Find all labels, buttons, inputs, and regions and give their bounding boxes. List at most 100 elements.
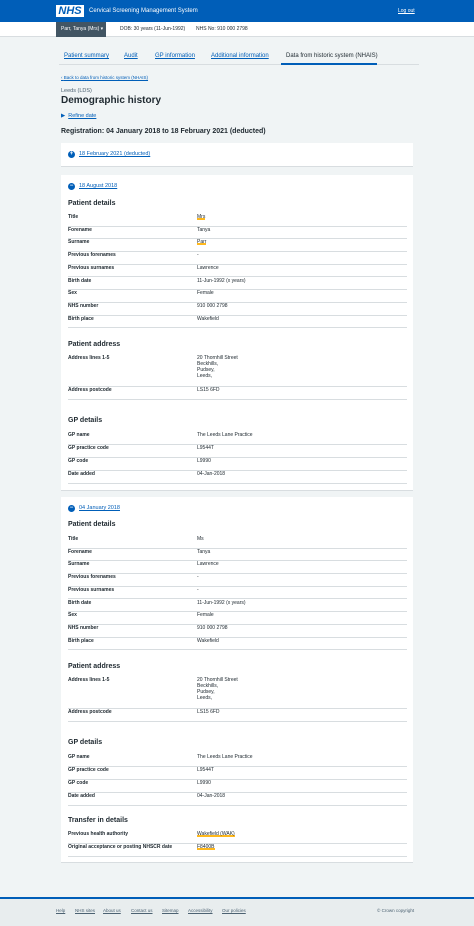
row-key: Original acceptance or posting NHSCR dat… [68,844,173,850]
summary-row: Previous surnames - [68,587,407,600]
row-value: 20 Thornhill Street Beckhills, Pudsey, L… [197,355,238,379]
summary-row: NHS number 910 000 2798 [68,625,407,638]
summary-row: Previous surnames Lawrence [68,265,407,278]
tab-patient-summary[interactable]: Patient summary [64,52,109,60]
footer-link-about-us[interactable]: About us [103,908,121,914]
row-key: GP code [68,458,89,464]
footer-link-nhs-sites[interactable]: NHS sites [75,908,95,914]
patient-name: Parr, Tanya (Mrs) [61,26,100,32]
row-key: Date added [68,471,95,477]
row-key: GP name [68,754,90,760]
summary-row: GP practice code L9544T [68,445,407,458]
footer-link-help[interactable]: Help [56,908,65,914]
refine-date-label: Refine date [68,113,97,119]
back-link[interactable]: ‹ Back to data from historic system (NHA… [61,75,148,81]
triangle-right-icon: ▶ [61,113,66,119]
row-key: Address postcode [68,709,112,715]
nhs-logo[interactable]: NHS [56,5,84,17]
plus-icon: + [68,151,75,158]
summary-row: Original acceptance or posting NHSCR dat… [68,844,407,857]
row-key: GP name [68,432,90,438]
row-key: Address postcode [68,387,112,393]
row-key: NHS number [68,624,99,631]
row-key: Birth place [68,315,94,322]
summary-row: Address postcode LS15 6FD [68,709,407,722]
row-value: Tanya [197,548,211,555]
summary-row: GP code L9990 [68,458,407,471]
summary-row: Forename Tanya [68,549,407,562]
patient-details-heading: Patient details [68,521,116,528]
registration-heading: Registration: 04 January 2018 to 18 Febr… [61,128,266,135]
summary-row: Title Mrs [68,214,407,227]
row-value: Wakefield [197,315,219,322]
summary-row: GP name The Leeds Lane Practice [68,754,407,767]
row-value: 910 000 2798 [197,302,228,309]
refine-date-toggle[interactable]: ▶ Refine date [61,113,96,120]
row-value: 04-Jan-2018 [197,471,226,477]
row-value: 20 Thornhill Street Beckhills, Pudsey, L… [197,677,238,701]
footer-link-sitemap[interactable]: Sitemap [162,908,179,914]
summary-row: GP practice code L9544T [68,767,407,780]
row-key: GP practice code [68,767,109,773]
back-link-label: Back to data from historic system (NHAIS… [63,75,149,80]
patient-nhs-number: NHS No: 910 000 2798 [196,26,248,32]
summary-row: Birth date 11-Jun-1992 (x years) [68,600,407,613]
summary-row: GP name The Leeds Lane Practice [68,432,407,445]
logout-link[interactable]: Log out [398,7,415,15]
row-key: Birth date [68,277,92,284]
collapse-toggle-2[interactable]: −04 January 2018 [68,505,120,512]
minus-icon: − [68,183,75,190]
row-value: - [197,586,199,593]
copyright: © Crown copyright [377,908,415,913]
row-key: Address lines 1-5 [68,677,110,683]
row-value: Lawrence [197,561,219,568]
patient-address-heading: Patient address [68,663,121,670]
row-value: L9544T [197,445,214,451]
row-key: GP code [68,780,89,786]
footer-link-accessibility[interactable]: Accessibility [188,908,213,914]
patient-name-menu[interactable]: Parr, Tanya (Mrs) ▾ [56,22,106,37]
summary-row: Date added 04-Jan-2018 [68,471,407,484]
row-key: Previous surnames [68,586,115,593]
summary-row: Previous forenames - [68,252,407,265]
gp-details-heading: GP details [68,417,103,424]
summary-row: Address lines 1-5 20 Thornhill Street Bec… [68,677,407,709]
footer-link-contact-us[interactable]: Contact us [131,908,153,914]
summary-row: Sex Female [68,290,407,303]
row-key: Address lines 1-5 [68,355,110,361]
row-key: Title [68,536,79,542]
expand-toggle-label: 18 February 2021 (deducted) [79,151,151,157]
row-value: 11-Jun-1992 (x years) [197,599,246,606]
row-key: Date added [68,793,95,799]
collapse-toggle-1[interactable]: −18 August 2018 [68,183,117,190]
summary-row: Birth date 11-Jun-1992 (x years) [68,278,407,291]
row-key: Surname [68,239,90,246]
chevron-down-icon: ▾ [99,26,104,32]
summary-row: Surname Lawrence [68,561,407,575]
row-value: L9990 [197,458,211,464]
row-value: Wakefield [197,637,219,644]
row-key: Previous surnames [68,264,115,271]
row-key: Previous health authority [68,831,129,837]
summary-row: Birth place Wakefield [68,638,407,651]
row-key: Birth date [68,599,92,606]
minus-icon: − [68,505,75,512]
tab-audit[interactable]: Audit [124,52,138,60]
expand-toggle[interactable]: +18 February 2021 (deducted) [68,151,150,158]
row-value: - [197,574,199,581]
row-value: Lawrence [197,264,219,271]
summary-row: Sex Female [68,612,407,625]
summary-row: Address postcode LS15 6FD [68,387,407,400]
row-value: Female [197,290,214,297]
service-name[interactable]: Cervical Screening Management System [89,7,198,15]
footer-link-policies[interactable]: Our policies [222,908,246,914]
row-value: The Leeds Lane Practice [197,754,253,760]
tab-additional-information[interactable]: Additional information [211,52,269,60]
summary-row: Address lines 1-5 20 Thornhill Street Bec… [68,355,407,387]
summary-row: Forename Tanya [68,227,407,240]
tab-gp-information[interactable]: GP information [155,52,195,60]
patient-dob: DOB: 30 years (11-Jun-1992) [120,26,186,32]
row-key: Birth place [68,637,94,644]
tab-selected-indicator [281,63,377,65]
tab-historic-data[interactable]: Data from historic system (NHAIS) [286,52,378,60]
